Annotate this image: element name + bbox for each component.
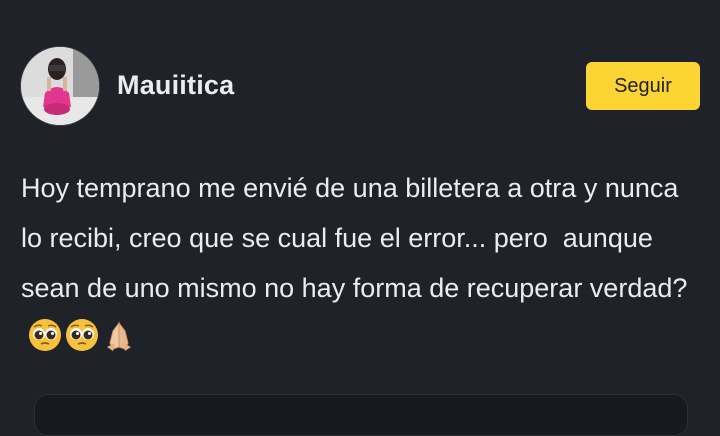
post-text: Hoy temprano me envié de una billetera a… (21, 173, 688, 303)
avatar-photo-icon (21, 47, 99, 125)
follow-button[interactable]: Seguir (586, 62, 700, 110)
post-card: Mauiitica Seguir Hoy temprano me envié d… (0, 0, 720, 436)
pleading-face-icon (66, 319, 98, 351)
post-content: Hoy temprano me envié de una billetera a… (21, 163, 701, 369)
folded-hands-icon (107, 321, 131, 351)
emoji-group (27, 317, 138, 369)
embedded-card[interactable] (34, 394, 688, 436)
avatar[interactable] (20, 46, 100, 126)
pleading-face-icon (29, 319, 61, 351)
post-header: Mauiitica Seguir (20, 46, 700, 126)
username[interactable]: Mauiitica (117, 70, 234, 101)
